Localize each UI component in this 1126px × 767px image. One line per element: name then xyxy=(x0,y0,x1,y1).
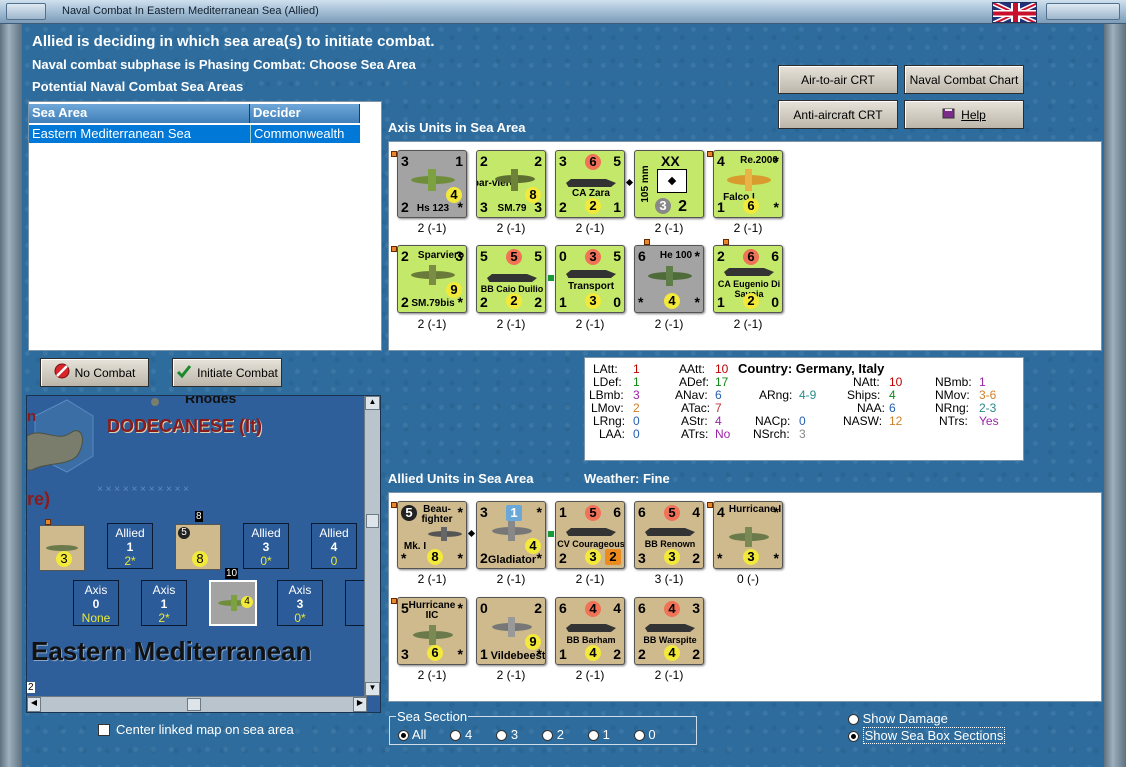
unit-counter-vildebeest[interactable]: 02 9 1 Vildebeest * xyxy=(476,597,546,665)
plane-icon xyxy=(428,527,462,541)
ship-icon xyxy=(566,528,616,536)
country-label: Country: Germany, Italy xyxy=(738,361,885,376)
stack-link-icon xyxy=(548,531,554,537)
unit-counter-sm79bis[interactable]: 2 Sparviero 3 9 2 SM.79bis * xyxy=(397,245,467,313)
unit-counter-he100[interactable]: 6 He 100 * * 4 * xyxy=(634,245,704,313)
scroll-right-arrow-icon[interactable]: ▶ xyxy=(353,697,367,712)
col-header-sea-area[interactable]: Sea Area xyxy=(29,104,250,123)
plane-icon xyxy=(727,169,771,191)
radio-0[interactable]: 0 xyxy=(633,727,656,742)
map-sea-box[interactable]: Allied 4 0 xyxy=(311,523,357,569)
svg-text:× × × × × × × × × × ×: × × × × × × × × × × × xyxy=(97,484,189,495)
map-counter-hs123[interactable]: 4 xyxy=(209,580,257,626)
linked-map[interactable]: × × × × × × × × × × × × × × × × × × × × … xyxy=(26,395,381,713)
ship-icon xyxy=(487,274,537,282)
ship-icon xyxy=(645,528,695,536)
subphase-line: Naval combat subphase is Phasing Combat:… xyxy=(32,57,416,72)
map-counter-beaufighter[interactable]: 58 xyxy=(175,524,221,570)
checkbox[interactable] xyxy=(98,723,110,736)
map-sea-box[interactable]: Axis 0 None xyxy=(73,580,119,626)
unit-counter-transport[interactable]: 035 Transport 130 xyxy=(555,245,625,313)
table-cell-decider[interactable]: Commonwealth xyxy=(250,125,360,143)
left-frame xyxy=(0,24,22,767)
unit-counter-ca-eugenio[interactable]: 266 CA Eugenio Di Savoia 120 xyxy=(713,245,783,313)
scroll-left-arrow-icon[interactable]: ◀ xyxy=(27,697,41,712)
map-label-rhodes: Rhodes xyxy=(185,395,237,406)
sea-area-table: Sea Area Decider Eastern Mediterranean S… xyxy=(28,101,382,351)
help-button[interactable]: Help xyxy=(904,100,1024,129)
window-title: Naval Combat In Eastern Mediterranean Se… xyxy=(62,5,319,17)
checkmark-icon xyxy=(176,363,192,382)
unit-counter-hurricane-i[interactable]: 4 Hurricane I * * 3 * xyxy=(713,501,783,569)
sea-section-options: All 4 3 2 1 0 xyxy=(398,727,656,742)
unit-counter-beaufighter[interactable]: 5 Beau-fighter * Mk. I * 8 * xyxy=(397,501,467,569)
radio-2[interactable]: 2 xyxy=(542,727,564,742)
radio-1[interactable]: 1 xyxy=(587,727,610,742)
unit-counter-ca-zara[interactable]: 365 CA Zara 221 xyxy=(555,150,625,218)
unit-counter-hs123[interactable]: 31 4 2 Hs 123 * xyxy=(397,150,467,218)
anti-aircraft-crt-button[interactable]: Anti-aircraft CRT xyxy=(778,100,898,129)
allied-section-title: Allied Units in Sea Area xyxy=(388,471,534,486)
map-label-dodecanese: DODECANESE (It) xyxy=(107,416,263,436)
axis-section-title: Axis Units in Sea Area xyxy=(388,120,526,135)
map-counter-hurricane[interactable]: 3 xyxy=(39,525,85,571)
scroll-thumb[interactable] xyxy=(366,514,379,528)
no-entry-icon xyxy=(54,363,70,382)
sea-section-group: Sea Section All 4 3 2 1 0 xyxy=(389,709,697,745)
stack-link-icon xyxy=(548,275,554,281)
sea-areas-heading: Potential Naval Combat Sea Areas xyxy=(32,79,244,94)
unit-counter-gladiator[interactable]: 3 1 * 4 2 Gladiator * xyxy=(476,501,546,569)
initiate-combat-button[interactable]: Initiate Combat xyxy=(172,358,282,387)
radio-4[interactable]: 4 xyxy=(450,727,472,742)
status-line: Allied is deciding in which sea area(s) … xyxy=(32,33,435,50)
unit-counter-hurricane-iic[interactable]: 5 Hurricane IIC * 3 6 * xyxy=(397,597,467,665)
ship-icon xyxy=(566,179,616,187)
scroll-thumb[interactable] xyxy=(187,698,201,711)
map-sea-box[interactable]: Axis 3 0* xyxy=(277,580,323,626)
air-to-air-crt-button[interactable]: Air-to-air CRT xyxy=(778,65,898,94)
division-icon xyxy=(657,169,687,193)
radio-all[interactable]: All xyxy=(398,727,426,742)
map-vertical-scrollbar[interactable]: ▲ ▼ xyxy=(364,396,380,696)
unit-counter-cv-courageous[interactable]: 156 CV Courageous 23 2 xyxy=(555,501,625,569)
no-combat-button[interactable]: No Combat xyxy=(40,358,149,387)
title-bar: Naval Combat In Eastern Mediterranean Se… xyxy=(0,0,1126,24)
table-cell-sea-area[interactable]: Eastern Mediterranean Sea xyxy=(29,125,250,143)
ship-icon xyxy=(724,268,774,276)
show-sea-box-sections-radio[interactable]: Show Sea Box Sections xyxy=(848,727,1006,744)
unit-counter-bb-warspite[interactable]: 643 BB Warspite 242 xyxy=(634,597,704,665)
scroll-down-arrow-icon[interactable]: ▼ xyxy=(365,682,380,696)
uk-flag-icon xyxy=(992,2,1037,23)
weather-label: Weather: Fine xyxy=(584,471,670,486)
unit-counter-bb-renown[interactable]: 654 BB Renown 332 xyxy=(634,501,704,569)
ship-icon xyxy=(566,270,616,278)
unit-counter-falco[interactable]: 4 Re.2000 * Falco I 1 6 * xyxy=(713,150,783,218)
map-sea-box[interactable]: Allied 3 0* xyxy=(243,523,289,569)
plane-icon xyxy=(648,266,692,286)
unit-counter-bb-barham[interactable]: 644 BB Barham 142 xyxy=(555,597,625,665)
ship-icon xyxy=(566,624,616,632)
col-header-decider[interactable]: Decider xyxy=(250,104,360,123)
ship-icon xyxy=(645,624,695,632)
scroll-up-arrow-icon[interactable]: ▲ xyxy=(365,396,380,410)
map-sea-box[interactable]: Allied 1 2* xyxy=(107,523,153,569)
map-horizontal-scrollbar[interactable]: ◀ ▶ xyxy=(27,696,367,712)
map-edge-label: n xyxy=(27,408,37,425)
right-frame xyxy=(1104,24,1126,767)
plane-icon xyxy=(729,527,769,547)
unit-counter-sm79[interactable]: 22 Spar-viero 8 3 SM.79 3 xyxy=(476,150,546,218)
map-sea-box[interactable]: Axis 1 2* xyxy=(141,580,187,626)
unit-counter-105mm[interactable]: XX 105 mm 3 2 xyxy=(634,150,704,218)
show-damage-radio[interactable]: Show Damage xyxy=(848,711,948,726)
naval-combat-chart-button[interactable]: Naval Combat Chart xyxy=(904,65,1024,94)
window-controls[interactable] xyxy=(1046,3,1120,20)
map-edge-label: re) xyxy=(27,489,51,509)
map-label-sea: Eastern Mediterranean xyxy=(31,636,312,666)
radio-3[interactable]: 3 xyxy=(496,727,518,742)
center-map-checkbox[interactable]: Center linked map on sea area xyxy=(98,722,294,737)
system-menu-button[interactable] xyxy=(6,3,46,20)
unit-counter-bb-caio-duilio[interactable]: 555 BB Caio Duilio 222 xyxy=(476,245,546,313)
book-icon xyxy=(942,107,956,123)
unit-stats-panel: LAtt: 1 LDef: 1 LBmb: 3 LMov: 2 LRng: 0 LAA: 0… xyxy=(584,357,1024,461)
